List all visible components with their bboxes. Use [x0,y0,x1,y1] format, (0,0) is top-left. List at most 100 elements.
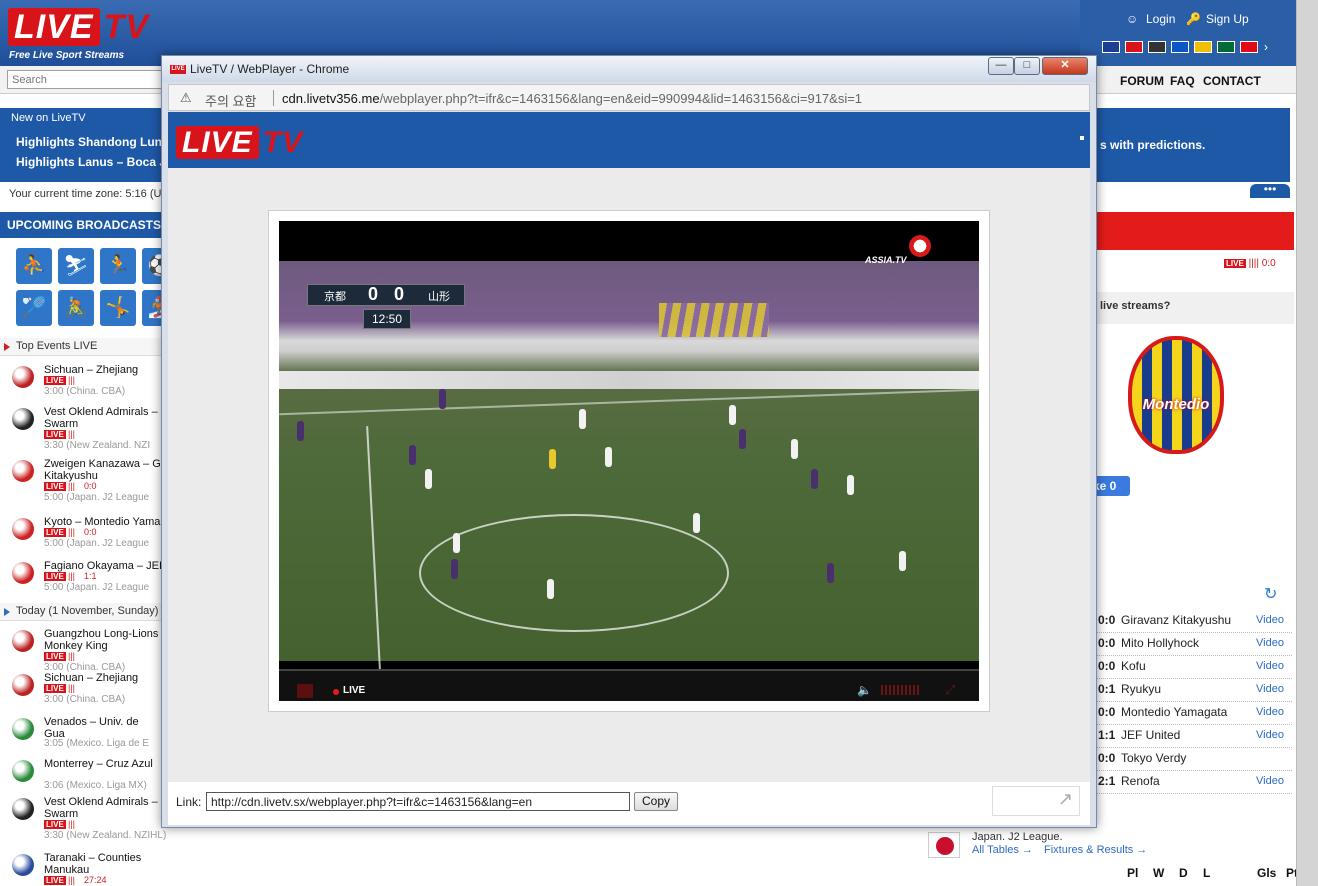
language-flag-icon[interactable] [1102,41,1120,53]
logo-tv-text: TV [103,8,150,46]
player-figure [425,469,432,489]
play-button[interactable] [297,684,313,698]
sport-icon[interactable]: 🚴 [58,290,94,326]
event-meta: 3:00 (China. CBA) [44,386,126,397]
minimize-button[interactable]: — [988,57,1014,75]
window-titlebar[interactable]: LIVE LiveTV / WebPlayer - Chrome — □ ✕ [162,56,1096,82]
video-link[interactable]: Video [1256,706,1284,718]
signup-link[interactable]: Sign Up [1206,12,1249,26]
speaker-icon[interactable]: 🔈 [857,683,872,697]
arrow-right-icon [4,608,10,616]
site-logo[interactable]: LIVE TV [8,8,149,47]
close-button[interactable]: ✕ [1042,57,1088,75]
event-name[interactable]: Guangzhou Long-Lions Monkey King [44,628,162,652]
result-row[interactable]: 0:0 Tokyo Verdy [1092,748,1292,771]
progress-bar[interactable] [279,669,979,671]
sport-icon[interactable]: ⛷ [58,248,94,284]
signal-bars-icon: ||| [68,571,76,581]
result-row[interactable]: 1:1 JEF United Video [1092,725,1292,748]
result-team[interactable]: Kofu [1121,659,1146,673]
result-team[interactable]: Tokyo Verdy [1121,751,1186,765]
video-link[interactable]: Video [1256,637,1284,649]
news-item[interactable]: Highlights Shandong Luner [16,135,173,149]
result-row[interactable]: 0:0 Giravanz Kitakyushu Video [1092,610,1292,633]
link-input[interactable] [206,792,630,811]
news-item[interactable]: Highlights Lanus – Boca Ju [16,155,173,169]
result-row[interactable]: 0:1 Ryukyu Video [1092,679,1292,702]
volume-slider[interactable] [881,685,921,695]
home-score: 0 [368,284,379,304]
event-name[interactable]: Kyoto – Montedio Yama [44,516,162,528]
event-name[interactable]: Monterrey – Cruz Azul [44,758,162,770]
result-team[interactable]: Giravanz Kitakyushu [1121,613,1231,627]
search-input[interactable] [7,70,162,89]
language-flag-icon[interactable] [1217,41,1235,53]
nav-faq[interactable]: FAQ [1170,74,1195,88]
scoreboard: 京都 0 0 山形 [307,284,465,306]
player-logo[interactable]: LIVE TV [176,126,303,160]
video-link[interactable]: Video [1256,660,1284,672]
chevron-right-icon[interactable]: › [1264,40,1268,54]
team-crest[interactable] [1128,336,1224,454]
video-player[interactable]: ASSIA.TV 京都 0 0 山形 12:50 LIVE 🔈 ⤢ [279,221,979,701]
japan-flag-icon [928,832,960,858]
sport-icon[interactable]: 🏃 [100,248,136,284]
event-name[interactable]: Vest Oklend Admirals – Swarm [44,796,162,820]
maximize-button[interactable]: □ [1014,57,1040,75]
result-team[interactable]: Renofa [1121,774,1160,788]
result-row[interactable]: 0:0 Kofu Video [1092,656,1292,679]
language-flag-icon[interactable] [1240,41,1258,53]
result-team[interactable]: Ryukyu [1121,682,1161,696]
event-name[interactable]: Zweigen Kanazawa – G Kitakyushu [44,458,162,482]
player-figure [453,533,460,553]
table-column-header: Gls [1257,866,1277,880]
signal-bars-icon: ||| [68,375,76,385]
video-link[interactable]: Video [1256,614,1284,626]
result-row[interactable]: 0:0 Mito Hollyhock Video [1092,633,1292,656]
language-flag-icon[interactable] [1171,41,1189,53]
video-link[interactable]: Video [1256,729,1284,741]
nav-contact[interactable]: CONTACT [1203,74,1261,88]
table-column-header: Pl [1127,866,1139,880]
sport-icon[interactable]: ⛹ [16,248,52,284]
result-row[interactable]: 0:0 Montedio Yamagata Video [1092,702,1292,725]
event-meta: 3:00 (China. CBA) [44,694,126,705]
sport-icon[interactable]: 🏸 [16,290,52,326]
security-label[interactable]: 주의 요함 [205,91,256,110]
event-name[interactable]: Venados – Univ. de Gua [44,716,162,740]
expand-box[interactable]: ↗ [992,786,1080,816]
page-scrollbar[interactable] [1296,0,1318,886]
more-button[interactable]: ••• [1250,183,1290,198]
refresh-icon[interactable]: ↻ [1264,584,1277,604]
link-bar: Link: Copy ↗ [168,782,1090,825]
player-figure [827,563,834,583]
event-name[interactable]: Fagiano Okayama – JEI [44,560,162,572]
close-dot-icon[interactable] [1080,136,1084,140]
event-name[interactable]: Taranaki – Counties Manukau [44,852,162,876]
result-team[interactable]: JEF United [1121,728,1180,742]
result-team[interactable]: Mito Hollyhock [1121,636,1199,650]
copy-button[interactable]: Copy [634,792,678,811]
url-text[interactable]: cdn.livetv356.me/webplayer.php?t=ifr&c=1… [282,91,862,106]
event-name[interactable]: Vest Oklend Admirals – Swarm [44,406,162,430]
video-link[interactable]: Video [1256,775,1284,787]
language-flag-icon[interactable] [1125,41,1143,53]
all-tables-link[interactable]: All Tables → [972,844,1033,856]
livetv-page: LIVE TV Free Live Sport Streams ☺ Login 🔑… [0,0,1296,886]
language-flag-icon[interactable] [1194,41,1212,53]
nav-forum[interactable]: FORUM [1120,74,1164,88]
sport-icon[interactable]: 🤸 [100,290,136,326]
predictions-text[interactable]: s with predictions. [1100,138,1205,152]
login-link[interactable]: Login [1146,12,1175,26]
result-row[interactable]: 2:1 Renofa Video [1092,771,1292,794]
fixtures-link[interactable]: Fixtures & Results → [1044,844,1147,856]
crest-label: Montedio [1142,396,1210,413]
warning-icon[interactable]: ⚠ [180,90,192,106]
result-team[interactable]: Montedio Yamagata [1121,705,1227,719]
video-link[interactable]: Video [1256,683,1284,695]
language-flag-icon[interactable] [1148,41,1166,53]
fullscreen-icon[interactable]: ⤢ [945,682,955,698]
address-bar[interactable]: ⚠ 주의 요함 cdn.livetv356.me/webplayer.php?t… [168,84,1090,111]
event-row[interactable]: Taranaki – Counties ManukauLIVE|||27:243… [0,850,240,886]
table-column-header: Pts [1286,866,1296,880]
